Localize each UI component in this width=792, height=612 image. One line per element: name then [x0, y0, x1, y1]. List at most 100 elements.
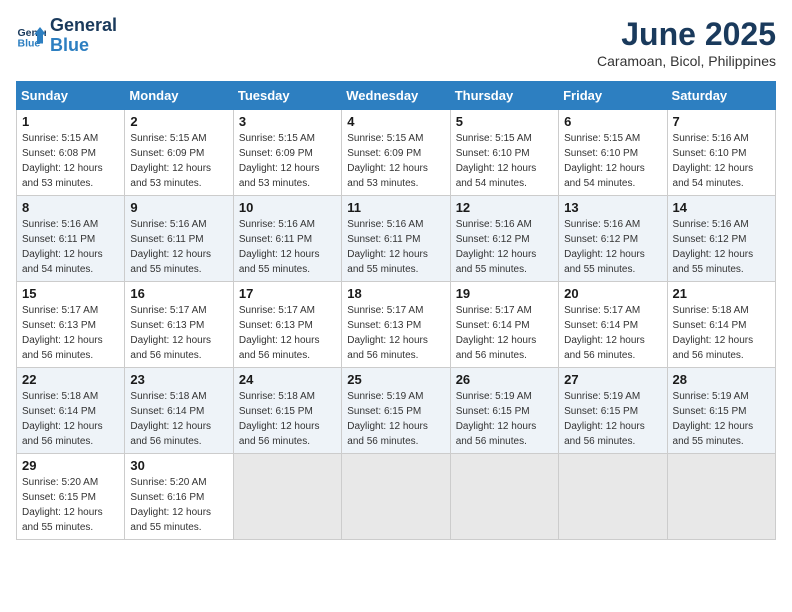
day-number: 3	[239, 114, 336, 129]
calendar-cell: 9 Sunrise: 5:16 AM Sunset: 6:11 PM Dayli…	[125, 196, 233, 282]
day-info: Sunrise: 5:16 AM Sunset: 6:11 PM Dayligh…	[130, 217, 227, 277]
day-number: 22	[22, 372, 119, 387]
calendar-cell: 28 Sunrise: 5:19 AM Sunset: 6:15 PM Dayl…	[667, 368, 775, 454]
day-info: Sunrise: 5:20 AM Sunset: 6:16 PM Dayligh…	[130, 475, 227, 535]
day-number: 5	[456, 114, 553, 129]
calendar-cell: 22 Sunrise: 5:18 AM Sunset: 6:14 PM Dayl…	[17, 368, 125, 454]
calendar-week-row: 8 Sunrise: 5:16 AM Sunset: 6:11 PM Dayli…	[17, 196, 776, 282]
title-block: June 2025 Caramoan, Bicol, Philippines	[597, 16, 776, 69]
calendar-week-row: 1 Sunrise: 5:15 AM Sunset: 6:08 PM Dayli…	[17, 110, 776, 196]
calendar-cell: 8 Sunrise: 5:16 AM Sunset: 6:11 PM Dayli…	[17, 196, 125, 282]
day-number: 29	[22, 458, 119, 473]
calendar-cell: 30 Sunrise: 5:20 AM Sunset: 6:16 PM Dayl…	[125, 454, 233, 540]
day-info: Sunrise: 5:15 AM Sunset: 6:08 PM Dayligh…	[22, 131, 119, 191]
day-info: Sunrise: 5:15 AM Sunset: 6:09 PM Dayligh…	[347, 131, 444, 191]
day-info: Sunrise: 5:17 AM Sunset: 6:14 PM Dayligh…	[564, 303, 661, 363]
day-info: Sunrise: 5:16 AM Sunset: 6:12 PM Dayligh…	[564, 217, 661, 277]
location-subtitle: Caramoan, Bicol, Philippines	[597, 53, 776, 69]
logo: General Blue General Blue	[16, 16, 117, 56]
calendar-cell: 25 Sunrise: 5:19 AM Sunset: 6:15 PM Dayl…	[342, 368, 450, 454]
day-info: Sunrise: 5:18 AM Sunset: 6:14 PM Dayligh…	[22, 389, 119, 449]
day-info: Sunrise: 5:18 AM Sunset: 6:15 PM Dayligh…	[239, 389, 336, 449]
calendar-table: SundayMondayTuesdayWednesdayThursdayFrid…	[16, 81, 776, 540]
day-number: 2	[130, 114, 227, 129]
day-info: Sunrise: 5:15 AM Sunset: 6:10 PM Dayligh…	[456, 131, 553, 191]
calendar-cell: 26 Sunrise: 5:19 AM Sunset: 6:15 PM Dayl…	[450, 368, 558, 454]
day-of-week-header: Tuesday	[233, 82, 341, 110]
logo-text-general: General	[50, 16, 117, 36]
calendar-cell: 20 Sunrise: 5:17 AM Sunset: 6:14 PM Dayl…	[559, 282, 667, 368]
calendar-week-row: 15 Sunrise: 5:17 AM Sunset: 6:13 PM Dayl…	[17, 282, 776, 368]
day-info: Sunrise: 5:16 AM Sunset: 6:11 PM Dayligh…	[22, 217, 119, 277]
day-number: 27	[564, 372, 661, 387]
day-number: 6	[564, 114, 661, 129]
calendar-header-row: SundayMondayTuesdayWednesdayThursdayFrid…	[17, 82, 776, 110]
day-number: 13	[564, 200, 661, 215]
calendar-cell: 13 Sunrise: 5:16 AM Sunset: 6:12 PM Dayl…	[559, 196, 667, 282]
calendar-cell: 24 Sunrise: 5:18 AM Sunset: 6:15 PM Dayl…	[233, 368, 341, 454]
day-number: 15	[22, 286, 119, 301]
day-info: Sunrise: 5:15 AM Sunset: 6:09 PM Dayligh…	[130, 131, 227, 191]
calendar-cell	[559, 454, 667, 540]
day-number: 1	[22, 114, 119, 129]
day-info: Sunrise: 5:17 AM Sunset: 6:13 PM Dayligh…	[239, 303, 336, 363]
logo-icon: General Blue	[16, 21, 46, 51]
calendar-cell	[233, 454, 341, 540]
calendar-cell: 10 Sunrise: 5:16 AM Sunset: 6:11 PM Dayl…	[233, 196, 341, 282]
day-number: 12	[456, 200, 553, 215]
day-info: Sunrise: 5:15 AM Sunset: 6:10 PM Dayligh…	[564, 131, 661, 191]
day-info: Sunrise: 5:15 AM Sunset: 6:09 PM Dayligh…	[239, 131, 336, 191]
day-info: Sunrise: 5:20 AM Sunset: 6:15 PM Dayligh…	[22, 475, 119, 535]
day-info: Sunrise: 5:19 AM Sunset: 6:15 PM Dayligh…	[564, 389, 661, 449]
day-of-week-header: Monday	[125, 82, 233, 110]
calendar-cell: 19 Sunrise: 5:17 AM Sunset: 6:14 PM Dayl…	[450, 282, 558, 368]
day-info: Sunrise: 5:16 AM Sunset: 6:12 PM Dayligh…	[456, 217, 553, 277]
day-number: 16	[130, 286, 227, 301]
calendar-cell: 18 Sunrise: 5:17 AM Sunset: 6:13 PM Dayl…	[342, 282, 450, 368]
day-info: Sunrise: 5:18 AM Sunset: 6:14 PM Dayligh…	[130, 389, 227, 449]
svg-text:Blue: Blue	[18, 37, 41, 49]
calendar-cell: 7 Sunrise: 5:16 AM Sunset: 6:10 PM Dayli…	[667, 110, 775, 196]
day-info: Sunrise: 5:19 AM Sunset: 6:15 PM Dayligh…	[673, 389, 770, 449]
month-year-title: June 2025	[597, 16, 776, 53]
day-number: 18	[347, 286, 444, 301]
calendar-cell: 23 Sunrise: 5:18 AM Sunset: 6:14 PM Dayl…	[125, 368, 233, 454]
calendar-week-row: 29 Sunrise: 5:20 AM Sunset: 6:15 PM Dayl…	[17, 454, 776, 540]
day-info: Sunrise: 5:17 AM Sunset: 6:13 PM Dayligh…	[130, 303, 227, 363]
calendar-cell: 14 Sunrise: 5:16 AM Sunset: 6:12 PM Dayl…	[667, 196, 775, 282]
calendar-cell: 11 Sunrise: 5:16 AM Sunset: 6:11 PM Dayl…	[342, 196, 450, 282]
day-of-week-header: Wednesday	[342, 82, 450, 110]
day-info: Sunrise: 5:19 AM Sunset: 6:15 PM Dayligh…	[456, 389, 553, 449]
calendar-week-row: 22 Sunrise: 5:18 AM Sunset: 6:14 PM Dayl…	[17, 368, 776, 454]
day-info: Sunrise: 5:16 AM Sunset: 6:10 PM Dayligh…	[673, 131, 770, 191]
day-number: 30	[130, 458, 227, 473]
calendar-cell: 27 Sunrise: 5:19 AM Sunset: 6:15 PM Dayl…	[559, 368, 667, 454]
calendar-cell: 2 Sunrise: 5:15 AM Sunset: 6:09 PM Dayli…	[125, 110, 233, 196]
day-of-week-header: Sunday	[17, 82, 125, 110]
calendar-cell	[667, 454, 775, 540]
day-info: Sunrise: 5:17 AM Sunset: 6:13 PM Dayligh…	[22, 303, 119, 363]
calendar-cell	[342, 454, 450, 540]
day-info: Sunrise: 5:17 AM Sunset: 6:14 PM Dayligh…	[456, 303, 553, 363]
day-of-week-header: Saturday	[667, 82, 775, 110]
day-number: 14	[673, 200, 770, 215]
day-number: 24	[239, 372, 336, 387]
day-info: Sunrise: 5:16 AM Sunset: 6:12 PM Dayligh…	[673, 217, 770, 277]
calendar-cell: 21 Sunrise: 5:18 AM Sunset: 6:14 PM Dayl…	[667, 282, 775, 368]
calendar-cell: 15 Sunrise: 5:17 AM Sunset: 6:13 PM Dayl…	[17, 282, 125, 368]
day-number: 4	[347, 114, 444, 129]
day-number: 8	[22, 200, 119, 215]
calendar-cell: 6 Sunrise: 5:15 AM Sunset: 6:10 PM Dayli…	[559, 110, 667, 196]
calendar-cell: 4 Sunrise: 5:15 AM Sunset: 6:09 PM Dayli…	[342, 110, 450, 196]
calendar-cell: 17 Sunrise: 5:17 AM Sunset: 6:13 PM Dayl…	[233, 282, 341, 368]
day-number: 20	[564, 286, 661, 301]
day-number: 28	[673, 372, 770, 387]
calendar-cell: 16 Sunrise: 5:17 AM Sunset: 6:13 PM Dayl…	[125, 282, 233, 368]
day-info: Sunrise: 5:16 AM Sunset: 6:11 PM Dayligh…	[239, 217, 336, 277]
calendar-cell: 12 Sunrise: 5:16 AM Sunset: 6:12 PM Dayl…	[450, 196, 558, 282]
day-number: 10	[239, 200, 336, 215]
day-number: 23	[130, 372, 227, 387]
day-number: 26	[456, 372, 553, 387]
calendar-cell	[450, 454, 558, 540]
day-number: 9	[130, 200, 227, 215]
